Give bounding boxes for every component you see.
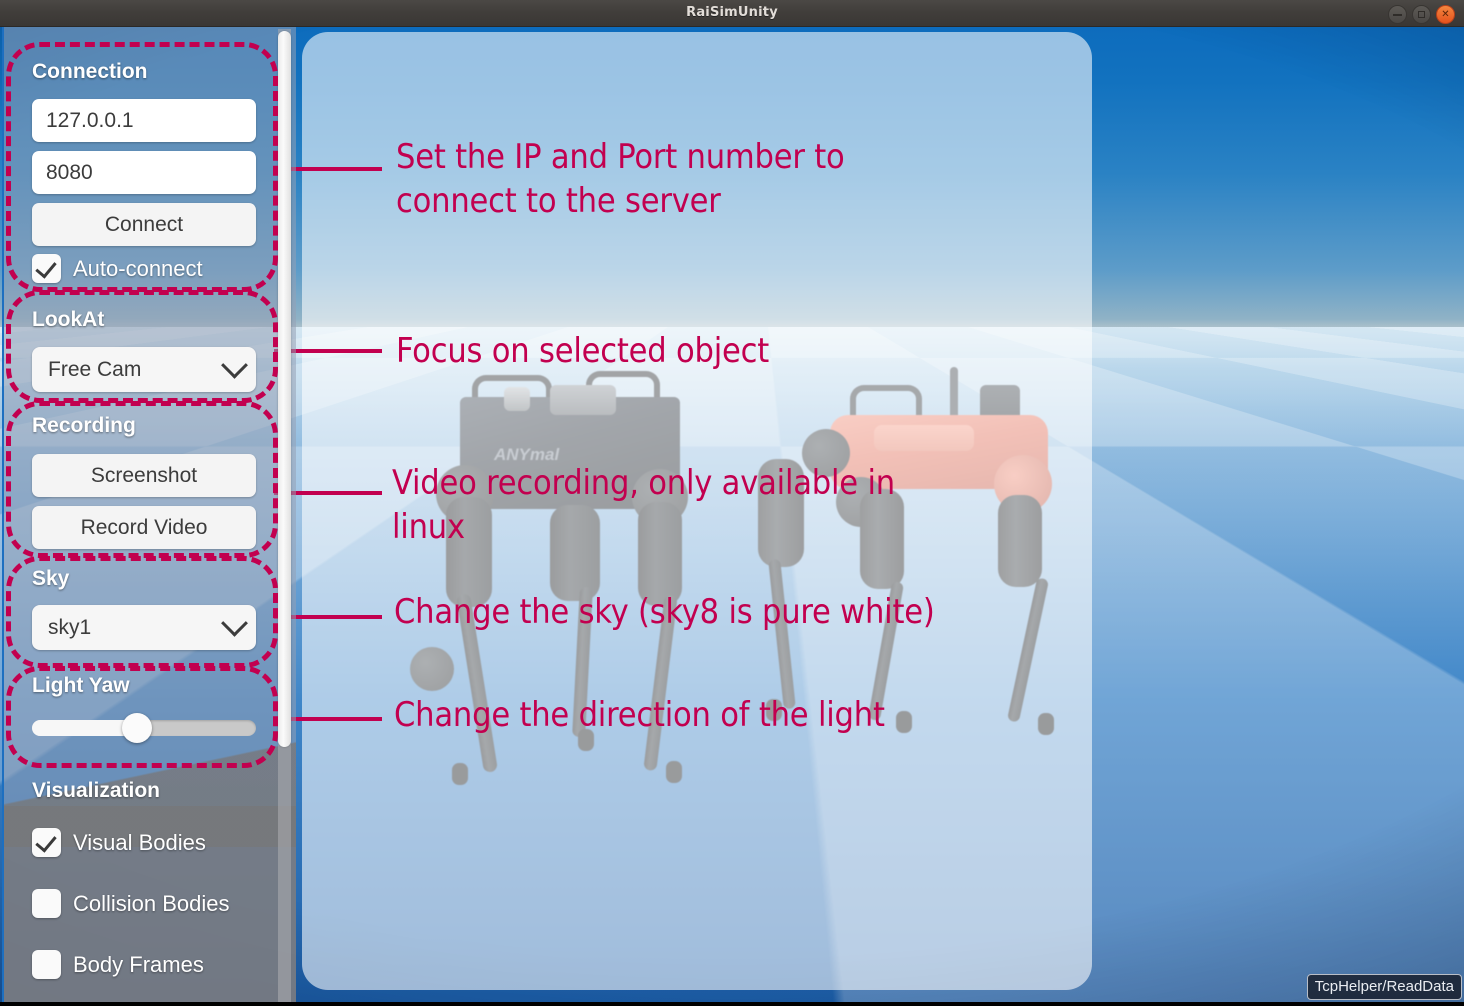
status-badge: TcpHelper/ReadData bbox=[1307, 974, 1462, 1000]
section-title-visualization: Visualization bbox=[32, 779, 160, 803]
window-bottom-edge bbox=[0, 1002, 1464, 1006]
robot-foot bbox=[666, 761, 682, 783]
lookat-dropdown[interactable]: Free Cam bbox=[32, 347, 256, 392]
connect-button[interactable]: Connect bbox=[32, 203, 256, 246]
record-video-button[interactable]: Record Video bbox=[32, 506, 256, 549]
auto-connect-checkbox[interactable] bbox=[32, 254, 61, 283]
lookat-selected-value: Free Cam bbox=[48, 358, 141, 382]
section-title-lookat: LookAt bbox=[32, 308, 104, 332]
maximize-button[interactable] bbox=[1412, 5, 1431, 24]
auto-connect-label: Auto-connect bbox=[73, 256, 203, 282]
annotation-lookat: Focus on selected object bbox=[396, 329, 996, 373]
robot-sensor-block bbox=[504, 387, 530, 411]
robot-hip bbox=[410, 647, 454, 691]
body-frames-label: Body Frames bbox=[73, 952, 204, 978]
robot-shank bbox=[768, 559, 796, 709]
annotation-sky: Change the sky (sky8 is pure white) bbox=[394, 590, 1094, 634]
port-input[interactable]: 8080 bbox=[32, 151, 256, 194]
title-bar: RaiSimUnity ✕ bbox=[0, 0, 1464, 27]
sidebar-scrollbar[interactable] bbox=[278, 29, 291, 1006]
visual-bodies-label: Visual Bodies bbox=[73, 830, 206, 856]
light-yaw-slider[interactable] bbox=[32, 720, 256, 736]
section-title-sky: Sky bbox=[32, 567, 69, 591]
raisimunity-window: RaiSimUnity ✕ ANYmal Set the IP and Port… bbox=[0, 0, 1464, 1006]
sidebar-content: Connection 127.0.0.1 8080 Connect Auto-c… bbox=[4, 27, 296, 1006]
section-title-recording: Recording bbox=[32, 414, 136, 438]
section-title-light-yaw: Light Yaw bbox=[32, 674, 130, 698]
annotation-connection: Set the IP and Port number to connect to… bbox=[396, 135, 996, 223]
minimize-icon bbox=[1393, 14, 1402, 16]
robot-torso-panel bbox=[874, 425, 974, 451]
maximize-icon bbox=[1418, 11, 1425, 18]
chevron-down-icon bbox=[221, 352, 248, 379]
ip-input[interactable]: 127.0.0.1 bbox=[32, 99, 256, 142]
close-button[interactable]: ✕ bbox=[1436, 5, 1455, 24]
sky-dropdown[interactable]: sky1 bbox=[32, 605, 256, 650]
body-frames-row[interactable]: Body Frames bbox=[32, 950, 204, 979]
light-yaw-slider-knob[interactable] bbox=[122, 713, 152, 743]
window-title: RaiSimUnity bbox=[0, 5, 1464, 20]
collision-bodies-row[interactable]: Collision Bodies bbox=[32, 889, 230, 918]
minimize-button[interactable] bbox=[1388, 5, 1407, 24]
collision-bodies-checkbox[interactable] bbox=[32, 889, 61, 918]
collision-bodies-label: Collision Bodies bbox=[73, 891, 230, 917]
auto-connect-row[interactable]: Auto-connect bbox=[32, 254, 203, 283]
robot-sensor-block bbox=[550, 385, 616, 415]
screenshot-button[interactable]: Screenshot bbox=[32, 454, 256, 497]
sky-selected-value: sky1 bbox=[48, 616, 91, 640]
robot-foot bbox=[452, 763, 468, 785]
sidebar-scrollbar-thumb[interactable] bbox=[278, 31, 291, 747]
visual-bodies-checkbox[interactable] bbox=[32, 828, 61, 857]
annotation-recording: Video recording, only available in linux bbox=[392, 461, 1052, 549]
window-controls: ✕ bbox=[1388, 5, 1455, 24]
control-sidebar: Connection 127.0.0.1 8080 Connect Auto-c… bbox=[2, 27, 296, 1006]
body-frames-checkbox[interactable] bbox=[32, 950, 61, 979]
section-title-connection: Connection bbox=[32, 60, 148, 84]
visual-bodies-row[interactable]: Visual Bodies bbox=[32, 828, 206, 857]
robot-handle bbox=[850, 385, 922, 417]
chevron-down-icon bbox=[221, 610, 248, 637]
close-icon: ✕ bbox=[1441, 10, 1449, 20]
annotation-light: Change the direction of the light bbox=[394, 693, 1074, 737]
